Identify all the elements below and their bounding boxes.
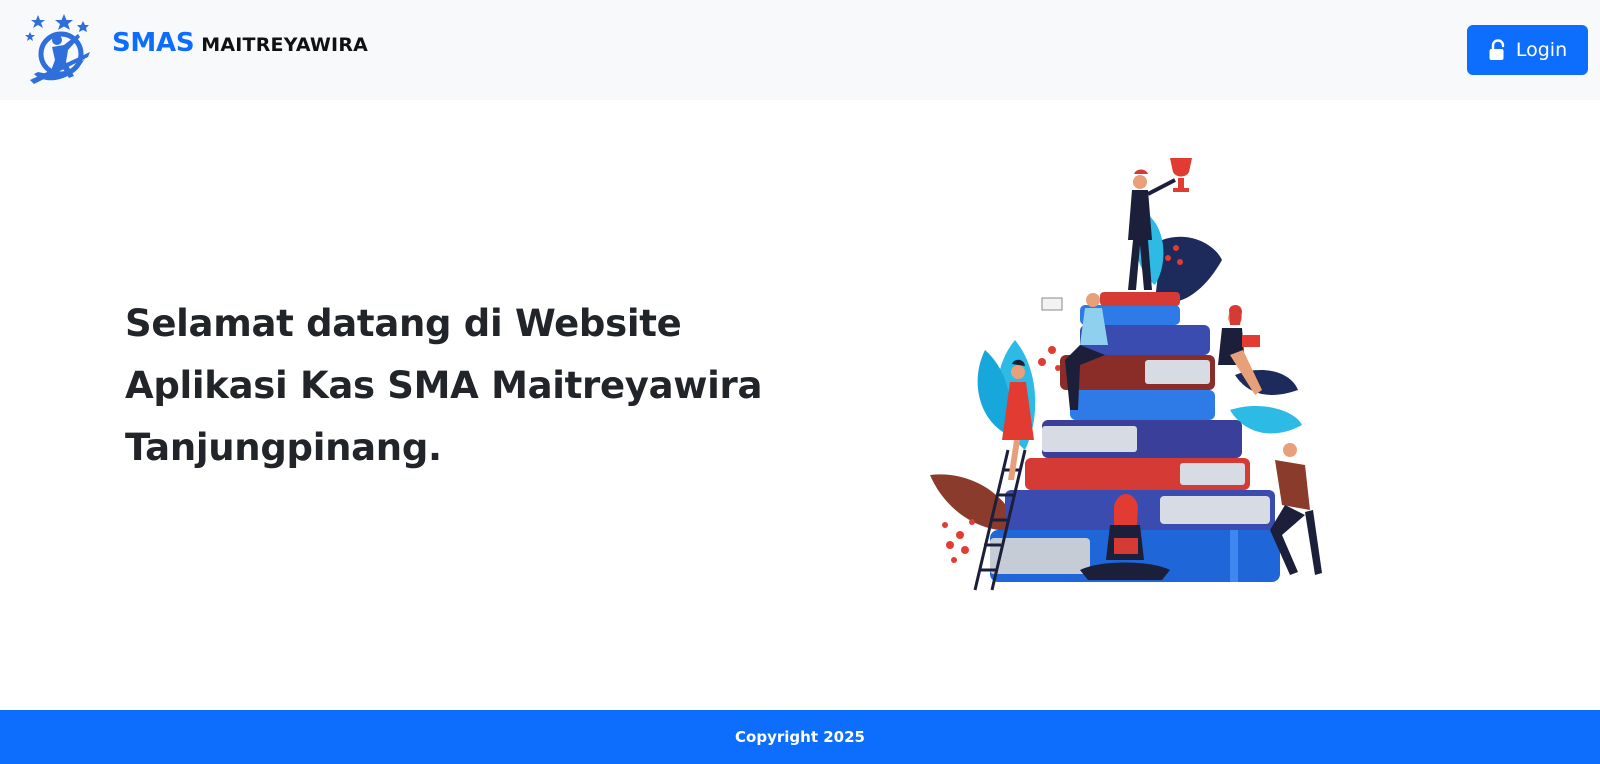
- brand-title[interactable]: SMAS MAITREYAWIRA: [112, 28, 368, 64]
- brand-primary-text: SMAS: [112, 28, 195, 58]
- unlock-icon: [1489, 39, 1505, 60]
- brand-secondary-text: MAITREYAWIRA: [201, 34, 369, 56]
- login-button-label: Login: [1515, 38, 1568, 61]
- school-logo-icon[interactable]: [24, 12, 94, 86]
- top-navbar: SMAS MAITREYAWIRA Login: [0, 0, 1600, 100]
- hero-headline: Selamat datang di Website Aplikasi Kas S…: [125, 302, 763, 469]
- login-button[interactable]: Login: [1467, 25, 1588, 75]
- books-stack-illustration: [930, 158, 1322, 591]
- copyright-text: Copyright 2025: [735, 728, 865, 746]
- page-footer: Copyright 2025: [0, 710, 1600, 764]
